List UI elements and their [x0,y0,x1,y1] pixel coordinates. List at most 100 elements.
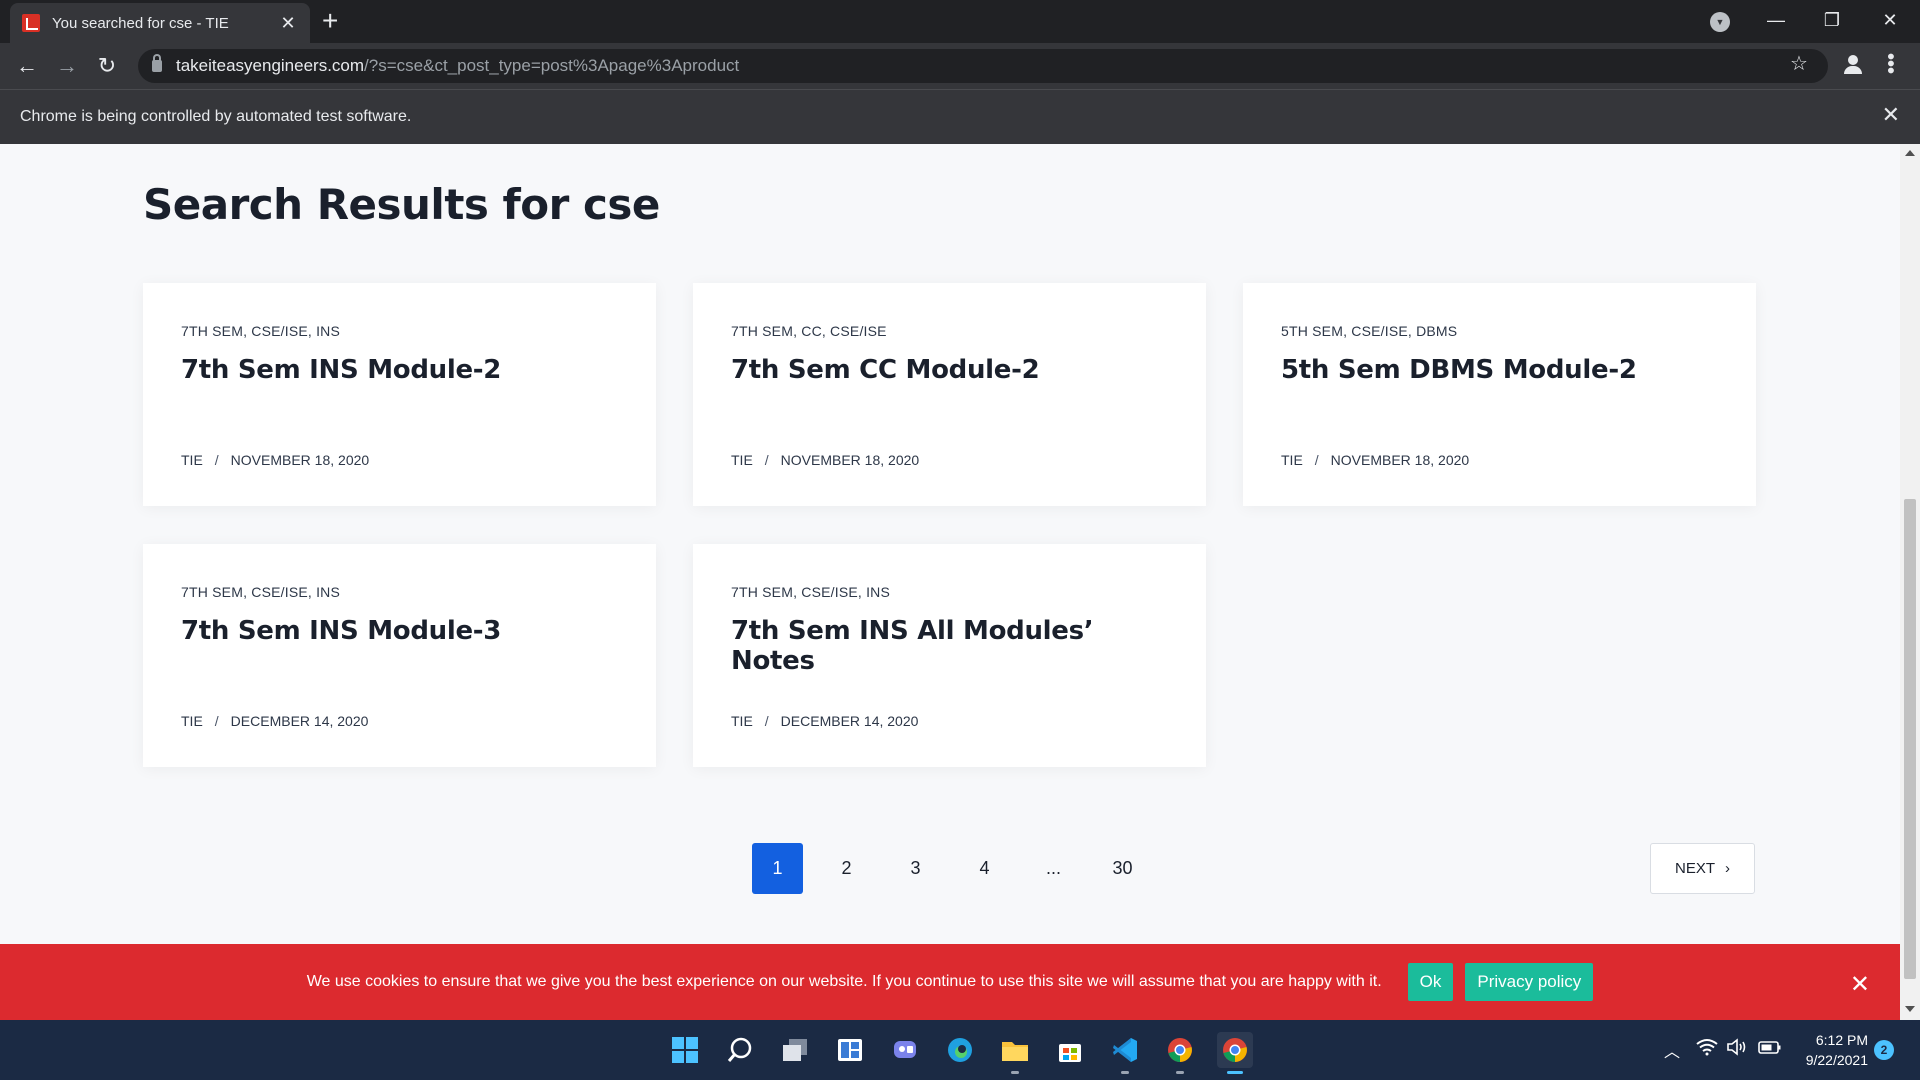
chrome-icon[interactable] [1217,1032,1253,1074]
minimize-button[interactable]: — [1748,0,1804,40]
scroll-up-arrow-icon[interactable] [1905,150,1915,156]
next-label: NEXT [1674,860,1715,877]
card-title[interactable]: 7th Sem INS Module-2 [181,355,618,385]
system-clock[interactable]: 6:12 PM 9/22/2021 [1796,1030,1868,1070]
card-date: NOVEMBER 18, 2020 [780,452,920,468]
menu-kebab-icon[interactable]: ••• [1879,53,1901,74]
tab-search-icon[interactable]: ▼ [1710,12,1730,32]
card-author[interactable]: TIE [731,452,753,468]
cookie-banner: We use cookies to ensure that we give yo… [0,944,1900,1020]
clock-date: 9/22/2021 [1805,1052,1868,1068]
chevron-right-icon: › [1725,860,1730,877]
meta-separator: / [214,713,219,729]
forward-button[interactable]: → [52,51,82,81]
reload-button[interactable]: ↻ [92,51,122,81]
result-card: 5TH SEM, CSE/ISE, DBMS 5th Sem DBMS Modu… [1243,283,1756,506]
search-icon[interactable] [722,1032,758,1068]
page-2-button[interactable]: 2 [821,843,872,894]
start-icon[interactable] [667,1032,703,1068]
card-categories[interactable]: 5TH SEM, CSE/ISE, DBMS [1281,323,1718,339]
meta-separator: / [214,452,219,468]
widgets-icon[interactable] [832,1032,868,1068]
browser-tab[interactable]: You searched for cse - TIE ✕ [10,3,310,43]
card-meta: TIE / NOVEMBER 18, 2020 [731,452,919,468]
lock-icon[interactable] [152,54,162,72]
scroll-thumb[interactable] [1904,499,1916,979]
page-1-button[interactable]: 1 [752,843,803,894]
edge-icon[interactable] [942,1032,978,1068]
card-date: DECEMBER 14, 2020 [230,713,369,729]
site-favicon-icon [22,14,40,32]
next-page-button[interactable]: NEXT › [1650,843,1755,894]
card-meta: TIE / NOVEMBER 18, 2020 [181,452,369,468]
close-tab-icon[interactable]: ✕ [278,13,298,34]
notification-badge[interactable]: 2 [1874,1040,1894,1060]
card-meta: TIE / DECEMBER 14, 2020 [181,713,368,729]
automation-infobar: Chrome is being controlled by automated … [0,89,1920,144]
card-categories[interactable]: 7TH SEM, CSE/ISE, INS [181,323,618,339]
address-bar[interactable]: takeiteasyengineers.com/?s=cse&ct_post_t… [138,49,1828,83]
running-indicator [1011,1071,1019,1074]
bookmark-star-icon[interactable]: ☆ [1790,51,1808,76]
card-date: NOVEMBER 18, 2020 [230,452,370,468]
card-author[interactable]: TIE [181,452,203,468]
page-ellipsis: ... [1045,858,1061,878]
browser-tab-strip: You searched for cse - TIE ✕ + ▼ — ❐ ✕ [0,0,1920,43]
card-author[interactable]: TIE [1281,452,1303,468]
close-cookie-icon[interactable]: ✕ [1850,970,1870,999]
task-view-icon[interactable] [777,1032,813,1068]
back-button[interactable]: ← [12,51,42,81]
windows-taskbar: ︿ 6:12 PM 9/22/2021 2 [0,1020,1920,1080]
cookie-text: We use cookies to ensure that we give yo… [306,973,1382,990]
chevron-up-icon[interactable]: ︿ [1664,1038,1680,1062]
page-3-button[interactable]: 3 [890,843,941,894]
vscode-icon[interactable] [1107,1032,1143,1074]
card-title[interactable]: 7th Sem INS Module-3 [181,616,618,646]
cookie-ok-button[interactable]: Ok [1407,963,1454,1001]
chrome-icon[interactable] [1162,1032,1198,1074]
pagination: 1 2 3 4 ... 30 [752,843,1148,894]
meta-separator: / [1314,452,1319,468]
wifi-icon[interactable] [1696,1038,1718,1061]
url-host: takeiteasyengineers.com [176,56,365,75]
page-viewport: Search Results for cse 7TH SEM, CSE/ISE,… [0,144,1900,1020]
card-title[interactable]: 7th Sem CC Module-2 [731,355,1168,385]
page-30-button[interactable]: 30 [1097,843,1148,894]
card-title[interactable]: 7th Sem INS All Modules’ Notes [731,616,1168,676]
card-categories[interactable]: 7TH SEM, CC, CSE/ISE [731,323,1168,339]
page-title: Search Results for cse [143,180,660,229]
file-explorer-icon[interactable] [997,1032,1033,1074]
card-categories[interactable]: 7TH SEM, CSE/ISE, INS [731,584,1168,600]
volume-icon[interactable] [1726,1038,1748,1061]
tab-title: You searched for cse - TIE [52,14,229,32]
profile-icon[interactable] [1842,53,1864,77]
url-text: takeiteasyengineers.com/?s=cse&ct_post_t… [176,56,739,76]
store-icon[interactable] [1052,1032,1088,1068]
page-4-button[interactable]: 4 [959,843,1010,894]
active-indicator [1227,1071,1243,1074]
card-author[interactable]: TIE [181,713,203,729]
scroll-down-arrow-icon[interactable] [1905,1006,1915,1012]
new-tab-button[interactable]: + [322,5,338,37]
page-scrollbar[interactable] [1900,144,1920,1020]
chat-icon[interactable] [887,1032,923,1068]
close-window-button[interactable]: ✕ [1862,0,1918,40]
running-indicator [1176,1071,1184,1074]
card-meta: TIE / DECEMBER 14, 2020 [731,713,918,729]
result-card: 7TH SEM, CSE/ISE, INS 7th Sem INS Module… [143,283,656,506]
battery-icon[interactable] [1758,1038,1782,1061]
browser-toolbar: ← → ↻ takeiteasyengineers.com/?s=cse&ct_… [0,43,1920,89]
restore-button[interactable]: ❐ [1804,0,1860,40]
meta-separator: / [764,452,769,468]
card-author[interactable]: TIE [731,713,753,729]
card-date: DECEMBER 14, 2020 [780,713,919,729]
result-card: 7TH SEM, CSE/ISE, INS 7th Sem INS All Mo… [693,544,1206,767]
card-meta: TIE / NOVEMBER 18, 2020 [1281,452,1469,468]
meta-separator: / [764,713,769,729]
card-categories[interactable]: 7TH SEM, CSE/ISE, INS [181,584,618,600]
privacy-policy-button[interactable]: Privacy policy [1465,963,1594,1001]
close-infobar-icon[interactable]: ✕ [1882,102,1900,128]
card-title[interactable]: 5th Sem DBMS Module-2 [1281,355,1718,385]
card-date: NOVEMBER 18, 2020 [1330,452,1470,468]
clock-time: 6:12 PM [1815,1032,1868,1048]
